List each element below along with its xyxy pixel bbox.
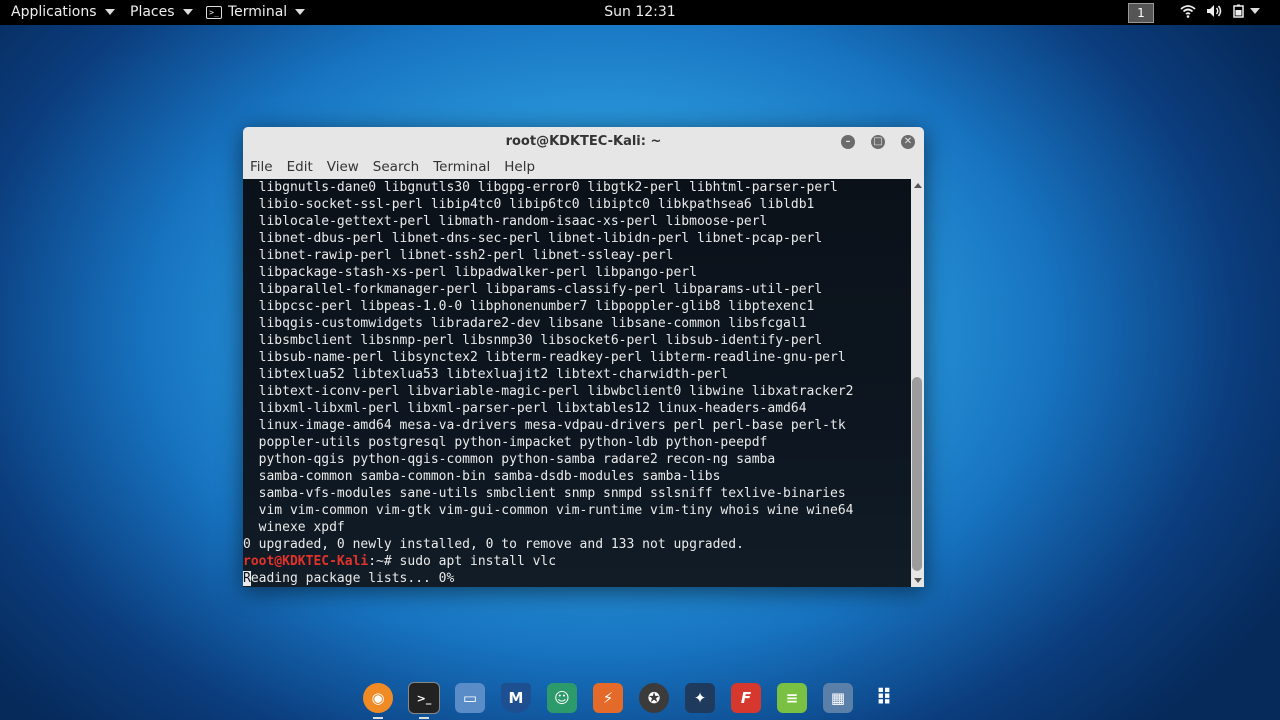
scroll-down-icon[interactable] (914, 578, 922, 583)
output-line: libparallel-forkmanager-perl libparams-c… (243, 282, 823, 297)
faraday-icon: F (731, 683, 761, 713)
menu-terminal[interactable]: Terminal (426, 157, 497, 179)
minimize-button[interactable]: – (841, 135, 855, 149)
top-bar: Applications Places >_ Terminal Sun 12:3… (0, 0, 1280, 25)
output-line: libgnutls-dane0 libgnutls30 libgpg-error… (243, 180, 838, 195)
scrollbar-thumb[interactable] (912, 377, 922, 571)
output-line: poppler-utils postgresql python-impacket… (243, 435, 768, 450)
output-line: 0 upgraded, 0 newly installed, 0 to remo… (243, 537, 744, 552)
command-text: sudo apt install vlc (399, 554, 557, 569)
output-line: libpcsc-perl libpeas-1.0-0 libphonenumbe… (243, 299, 815, 314)
output-line: samba-common samba-common-bin samba-dsdb… (243, 469, 721, 484)
status-line: Reading package lists... 0% (243, 570, 454, 587)
dock-faraday[interactable]: F (728, 680, 764, 716)
clock[interactable]: Sun 12:31 (0, 4, 1280, 20)
metasploit-icon: M (501, 683, 531, 713)
output-line: samba-vfs-modules sane-utils smbclient s… (243, 486, 846, 501)
close-button[interactable]: ✕ (901, 135, 915, 149)
wifi-icon (1180, 5, 1196, 18)
maximize-button[interactable]: □ (871, 135, 885, 149)
window-title: root@KDKTEC-Kali: ~ (505, 134, 662, 149)
dock-files[interactable]: ▭ (452, 680, 488, 716)
menu-edit[interactable]: Edit (280, 157, 320, 179)
dock-beef[interactable]: ✦ (682, 680, 718, 716)
system-tray[interactable] (1180, 4, 1260, 18)
volume-icon (1207, 5, 1222, 17)
dock-leafpad[interactable]: ≡ (774, 680, 810, 716)
maltego-icon: ✪ (639, 683, 669, 713)
dock-terminal[interactable]: >_ (406, 680, 442, 719)
running-indicator (373, 717, 383, 719)
chevron-down-icon (1250, 8, 1260, 14)
output-line: libtext-iconv-perl libvariable-magic-per… (243, 384, 854, 399)
terminal-icon: >_ (408, 682, 440, 714)
output-line: libtexlua52 libtexlua53 libtexluajit2 li… (243, 367, 729, 382)
prompt-suffix: :~# (368, 554, 400, 569)
dock-sysmonitor[interactable]: ▦ (820, 680, 856, 716)
output-line: libio-socket-ssl-perl libip4tc0 libip6tc… (243, 197, 815, 212)
beef-icon: ✦ (685, 683, 715, 713)
output-line: vim vim-common vim-gtk vim-gui-common vi… (243, 503, 854, 518)
output-line: winexe xpdf (243, 520, 345, 535)
menu-search[interactable]: Search (366, 157, 426, 179)
output-line: libsub-name-perl libsynctex2 libterm-rea… (243, 350, 846, 365)
files-icon: ▭ (455, 683, 485, 713)
terminal-cursor: R (243, 571, 251, 586)
leafpad-icon: ≡ (777, 683, 807, 713)
terminal-scrollbar[interactable] (911, 179, 924, 587)
status-text: eading package lists... 0% (250, 571, 455, 586)
sysmonitor-icon: ▦ (823, 683, 853, 713)
menu-view[interactable]: View (320, 157, 366, 179)
window-menubar: File Edit View Search Terminal Help (243, 157, 924, 179)
output-line: python-qgis python-qgis-common python-sa… (243, 452, 776, 467)
armitage-icon: ☺ (547, 683, 577, 713)
dock-burpsuite[interactable]: ⚡ (590, 680, 626, 716)
app-grid-icon: ⠿ (875, 685, 893, 711)
menu-help[interactable]: Help (497, 157, 542, 179)
dock-show-apps[interactable]: ⠿ (866, 680, 902, 716)
window-titlebar[interactable]: root@KDKTEC-Kali: ~ – □ ✕ (243, 127, 924, 157)
output-line: linux-image-amd64 mesa-va-drivers mesa-v… (243, 418, 846, 433)
scroll-up-icon[interactable] (914, 183, 922, 188)
dock-maltego[interactable]: ✪ (636, 680, 672, 716)
terminal-window: root@KDKTEC-Kali: ~ – □ ✕ File Edit View… (243, 127, 924, 587)
menu-file[interactable]: File (243, 157, 280, 179)
prompt-line: root@KDKTEC-Kali:~# sudo apt install vlc (243, 553, 556, 570)
dock-firefox[interactable]: ◉ (360, 680, 396, 719)
output-line: libnet-rawip-perl libnet-ssh2-perl libne… (243, 248, 674, 263)
output-line: liblocale-gettext-perl libmath-random-is… (243, 214, 768, 229)
workspace-indicator[interactable]: 1 (1128, 3, 1154, 23)
dock: ◉ >_ ▭ M ☺ ⚡ ✪ ✦ F ≡ ▦ ⠿ (360, 679, 902, 719)
output-line: libnet-dbus-perl libnet-dns-sec-perl lib… (243, 231, 823, 246)
firefox-icon: ◉ (363, 683, 393, 713)
terminal-output[interactable]: libgnutls-dane0 libgnutls30 libgpg-error… (243, 179, 911, 587)
output-line: libxml-libxml-perl libxml-parser-perl li… (243, 401, 807, 416)
running-indicator (419, 717, 429, 719)
output-line: libsmbclient libsnmp-perl libsnmp30 libs… (243, 333, 823, 348)
burpsuite-icon: ⚡ (593, 683, 623, 713)
dock-armitage[interactable]: ☺ (544, 680, 580, 716)
output-line: libqgis-customwidgets libradare2-dev lib… (243, 316, 807, 331)
dock-metasploit[interactable]: M (498, 680, 534, 716)
prompt-user: root@KDKTEC-Kali (243, 554, 369, 569)
battery-icon (1233, 4, 1244, 18)
output-line: libpackage-stash-xs-perl libpadwalker-pe… (243, 265, 697, 280)
